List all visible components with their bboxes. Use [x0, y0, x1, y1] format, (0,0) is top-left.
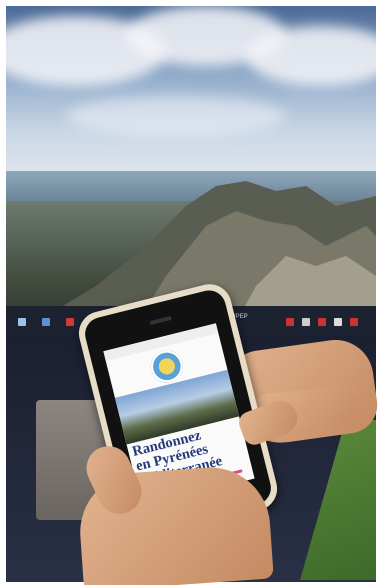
taskbar-app-icon[interactable]: [66, 318, 74, 326]
tray-icon[interactable]: [318, 318, 326, 326]
tray-icon[interactable]: [334, 318, 342, 326]
taskbar-app-icon[interactable]: [18, 318, 26, 326]
taskbar-app-icon[interactable]: [42, 318, 50, 326]
phone-speaker: [149, 315, 172, 326]
tray-icon[interactable]: [302, 318, 310, 326]
monitor-screen: SAENAUPEP: [6, 6, 376, 336]
site-logo[interactable]: [147, 346, 187, 386]
cloud: [66, 96, 286, 136]
tray-icon[interactable]: [286, 318, 294, 326]
photo-scene: SAENAUPEP Randonnez en Pyrénées Méditerr…: [0, 0, 383, 585]
tray-icon[interactable]: [350, 318, 358, 326]
